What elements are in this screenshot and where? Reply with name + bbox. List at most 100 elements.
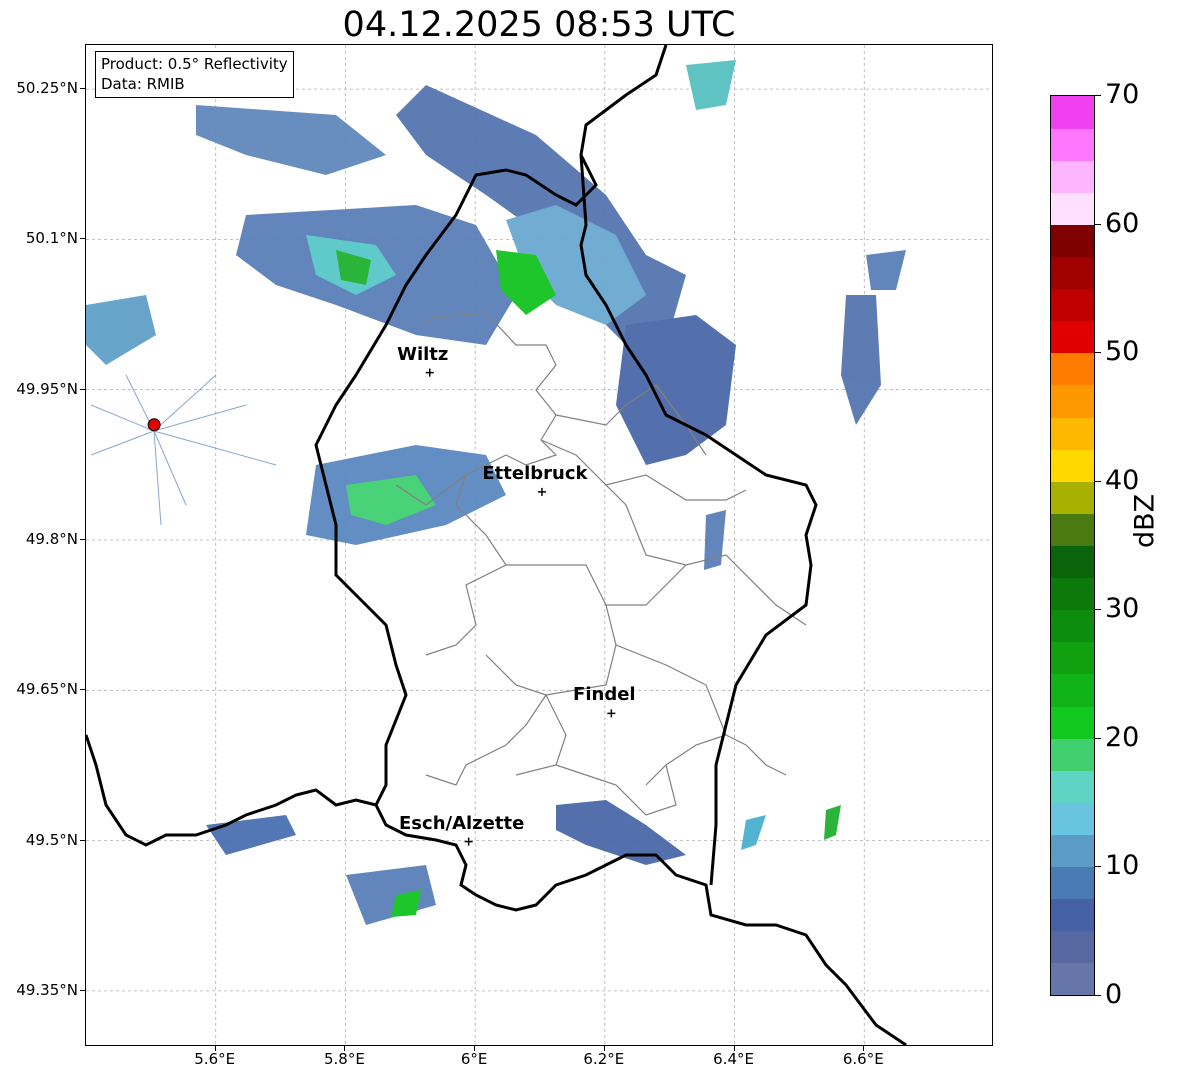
colorbar-tick <box>1095 95 1101 96</box>
colorbar-segment <box>1051 288 1094 322</box>
lon-tick-label: 5.8°E <box>324 1050 365 1068</box>
city-label[interactable]: Ettelbruck <box>482 463 587 484</box>
echo-cluster <box>206 815 296 855</box>
lat-tick-label: 50.1°N <box>25 229 78 248</box>
colorbar-tick-label: 60 <box>1105 207 1140 239</box>
lat-tick <box>80 388 85 390</box>
echo-cluster <box>704 510 726 570</box>
colorbar-segment <box>1051 641 1094 675</box>
city-marker <box>607 709 616 718</box>
radar-map[interactable] <box>85 44 993 1046</box>
colorbar-segment <box>1051 224 1094 258</box>
lat-tick-label: 49.95°N <box>16 379 78 398</box>
radar-site-marker[interactable] <box>147 418 161 432</box>
lon-tick <box>733 1046 735 1051</box>
colorbar-segment <box>1051 609 1094 643</box>
colorbar-segment <box>1051 834 1094 868</box>
city-marker <box>537 487 546 496</box>
colorbar-tick <box>1095 737 1101 739</box>
colorbar-segment <box>1051 256 1094 290</box>
city-marker <box>425 368 434 377</box>
lat-tick <box>80 238 85 240</box>
radar-echoes <box>86 60 906 925</box>
lon-tick-label: 6.4°E <box>713 1050 754 1068</box>
colorbar-segment <box>1051 160 1094 193</box>
colorbar-tick <box>1095 223 1101 225</box>
colorbar-segment <box>1051 577 1094 611</box>
colorbar-segment <box>1051 545 1094 579</box>
map-title: 04.12.2025 08:53 UTC <box>342 5 736 45</box>
city-label[interactable]: Findel <box>573 684 636 705</box>
colorbar-tick <box>1095 609 1101 611</box>
colorbar-label: dBZ <box>1129 493 1161 548</box>
lat-tick <box>80 989 85 991</box>
city-label[interactable]: Wiltz <box>397 344 448 365</box>
colorbar-segment <box>1051 738 1094 771</box>
city-marker <box>464 837 473 846</box>
echo-cluster <box>686 60 736 110</box>
colorbar-segment <box>1051 898 1094 932</box>
lon-tick <box>474 1046 476 1051</box>
colorbar-segment <box>1051 417 1094 450</box>
lon-tick-label: 6.6°E <box>842 1050 884 1068</box>
product-label: Product: 0.5° Reflectivity <box>101 55 288 73</box>
lon-tick-label: 6.2°E <box>583 1050 625 1068</box>
colorbar-tick <box>1095 866 1101 868</box>
colorbar-tick-label: 30 <box>1105 593 1140 625</box>
colorbar-segment <box>1051 128 1094 161</box>
echo-cluster <box>841 295 881 425</box>
colorbar-segment <box>1051 96 1094 129</box>
colorbar-segment <box>1051 384 1094 418</box>
colorbar-tick-label: 50 <box>1105 336 1140 368</box>
canton-borders <box>395 312 807 816</box>
colorbar-tick-label: 70 <box>1105 79 1140 110</box>
lat-tick-label: 49.5°N <box>25 830 78 849</box>
lat-tick <box>80 689 85 691</box>
colorbar-tick-label: 10 <box>1105 850 1140 882</box>
lon-tick <box>863 1046 865 1051</box>
city-label[interactable]: Esch/Alzette <box>399 813 524 834</box>
colorbar-segment <box>1051 930 1094 964</box>
colorbar-segment <box>1051 866 1094 900</box>
colorbar-segment <box>1051 770 1094 803</box>
colorbar-segment <box>1051 320 1094 354</box>
colorbar <box>1050 95 1095 996</box>
echo-cluster <box>866 250 906 290</box>
lat-tick-label: 49.65°N <box>16 680 78 699</box>
lat-tick-label: 49.35°N <box>16 980 78 999</box>
colorbar-tick <box>1095 352 1101 354</box>
markers <box>147 368 616 846</box>
data-source-label: Data: RMIB <box>101 75 185 93</box>
lon-tick <box>603 1046 605 1051</box>
echo-cluster <box>556 800 686 865</box>
lat-tick-label: 50.25°N <box>16 79 78 98</box>
map-canvas <box>86 45 992 1045</box>
colorbar-segment <box>1051 513 1094 546</box>
product-info-box: Product: 0.5° Reflectivity Data: RMIB <box>95 51 294 98</box>
colorbar-segment <box>1051 802 1094 835</box>
colorbar-segment <box>1051 449 1094 482</box>
colorbar-segment <box>1051 481 1094 514</box>
colorbar-segment <box>1051 673 1094 707</box>
colorbar-segment <box>1051 706 1094 739</box>
echo-cluster <box>346 865 436 925</box>
echo-cluster <box>741 815 766 850</box>
lon-tick-label: 5.6°E <box>194 1050 236 1068</box>
echo-cluster <box>824 805 841 840</box>
colorbar-segment <box>1051 352 1094 386</box>
lat-tick <box>80 539 85 540</box>
colorbar-segment <box>1051 962 1094 996</box>
colorbar-tick-label: 20 <box>1105 721 1140 753</box>
colorbar-tick-label: 0 <box>1105 979 1123 1010</box>
colorbar-segment <box>1051 192 1094 225</box>
colorbar-tick <box>1095 480 1101 482</box>
colorbar-tick <box>1095 995 1101 996</box>
lat-tick <box>80 88 85 90</box>
echo-cluster <box>196 105 386 175</box>
lon-tick <box>214 1046 216 1051</box>
lat-tick-label: 49.8°N <box>25 530 78 548</box>
lon-tick <box>344 1046 346 1051</box>
lon-tick-label: 6°E <box>460 1050 488 1068</box>
colorbar-tick-label: 40 <box>1105 464 1140 496</box>
lat-tick <box>80 839 85 841</box>
